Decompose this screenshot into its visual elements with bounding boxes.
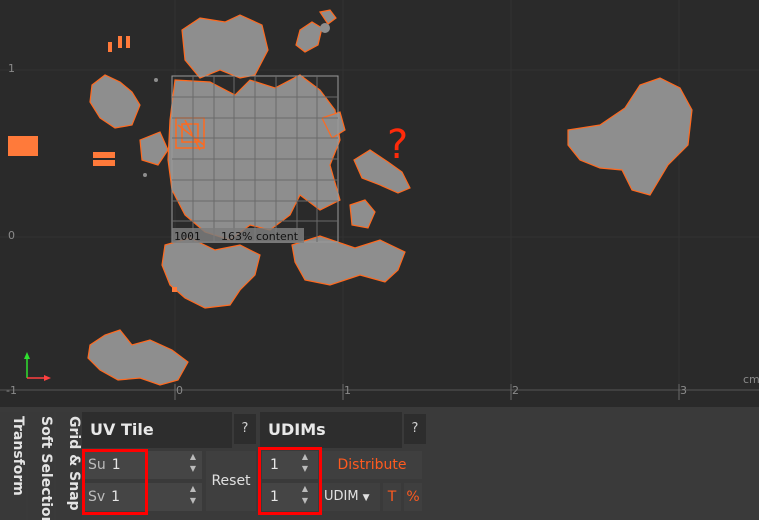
uv-shell [139,131,169,166]
axis-label-v0: 0 [8,229,15,242]
uv-shell [349,199,376,229]
highlight-box-uv-tile [82,449,148,515]
uv-shell [567,77,693,196]
sv-spinner[interactable]: ▲ ▼ [186,483,200,511]
t-toggle-button[interactable]: T [383,483,401,511]
axis-label-u0: 0 [176,384,183,397]
axis-label-vminus1: -1 [6,384,17,397]
tab-soft-selection[interactable]: Soft Selection [28,412,54,520]
axis-label-u3: 3 [680,384,687,397]
uv-shells [87,9,693,386]
small-uv-pieces [8,36,177,292]
axis-ticks [174,384,680,400]
udim-mode-value: UDIM [324,489,359,504]
uv-shell [161,237,261,309]
su-spinner[interactable]: ▲ ▼ [186,451,200,479]
uv-shell [291,235,406,286]
uv-shell [295,21,323,53]
uv-shell [181,14,269,79]
unit-label: cm [743,373,759,386]
axis-label-u2: 2 [512,384,519,397]
uv-shell [89,74,141,129]
uv-shell [319,9,337,25]
distribute-button[interactable]: Distribute [322,451,422,479]
axis-label-v1: 1 [8,62,15,75]
uv-editor-viewport[interactable]: 1001 163% content ? 1 0 -1 0 1 2 3 cm [0,0,759,407]
tab-grid-snap[interactable]: Grid & Snap [56,412,82,520]
annotation-question-mark: ? [387,122,408,168]
udims-header[interactable]: UDIMs [260,412,402,448]
axis-label-u1: 1 [344,384,351,397]
content-percent-label: 163% content [221,230,299,243]
uv-tile-help-button[interactable]: ? [234,414,256,444]
uv-shell [167,74,341,241]
udims-help-button[interactable]: ? [404,414,426,444]
tab-transform[interactable]: Transform [0,412,26,520]
highlight-box-udims [258,447,322,515]
uv-tile-header[interactable]: UV Tile [82,412,232,448]
tile-id-label: 1001 [174,230,201,243]
udim-mode-dropdown[interactable]: UDIM ▼ [322,483,380,511]
percent-toggle-button[interactable]: % [404,483,422,511]
chevron-down-icon: ▼ [362,493,370,503]
reset-button[interactable]: Reset [206,451,256,511]
uv-canvas[interactable]: 1001 163% content ? [0,0,759,407]
uv-shell [87,329,189,386]
axis-gizmo-icon [24,352,51,381]
